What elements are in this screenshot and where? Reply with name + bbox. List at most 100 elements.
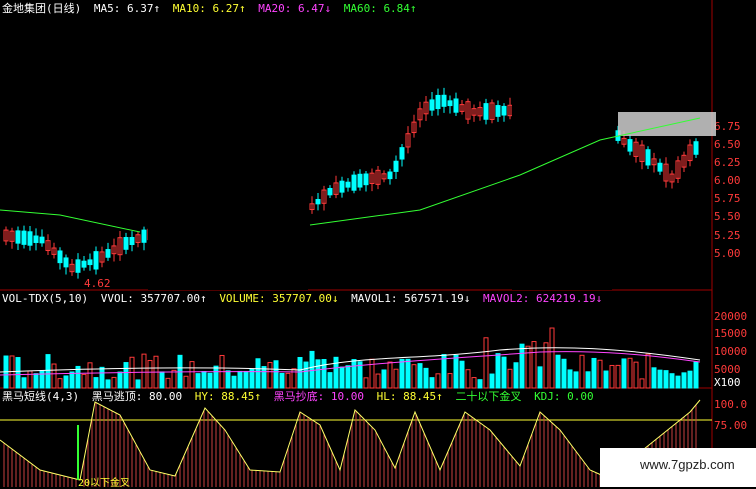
volume-bar [591,357,597,389]
volume-bar [489,373,495,389]
volume-bar [669,373,675,389]
volume-bar [423,367,429,389]
candle-body [495,105,501,117]
candle-body [81,260,87,268]
volume-bar [417,363,423,389]
volume-bar [393,368,399,389]
chart-gap [512,100,612,290]
candle-body [429,99,435,111]
candle-body [645,149,651,166]
volume-bar [141,353,147,389]
osc-line [0,399,701,481]
volume-bar [33,373,39,389]
volume-bar [645,353,651,389]
volume-bar [543,342,549,389]
volume-bar [189,361,195,389]
volume-bar [459,360,465,389]
volume-bar [51,363,57,389]
volume-bar [405,358,411,389]
candle-body [387,171,393,180]
candle-body [339,180,345,193]
candle-body [363,173,369,186]
candle-body [501,105,507,116]
candle-body [435,94,441,110]
volume-bar [681,372,687,389]
candle-body [123,237,129,250]
volume-bar [255,358,261,389]
candle-body [93,251,99,270]
candle-body [693,141,699,155]
volume-bar [441,354,447,389]
volume-bar [549,327,555,389]
volume-bar [111,376,117,389]
volume-bar [147,359,153,389]
volume-bar [327,372,333,389]
volume-bar [87,362,93,389]
volume-bar [27,370,33,389]
volume-bar [585,371,591,389]
candle-body [393,160,399,172]
volume-bar [633,361,639,389]
volume-bar [123,362,129,389]
volume-bar [477,379,483,389]
candle-body [57,250,63,264]
volume-bar [171,369,177,389]
low-price-marker: 4.62 [84,277,111,290]
volume-bar [261,366,267,389]
volume-bar [621,358,627,389]
watermark-box: www.7gpzb.com [600,448,756,487]
volume-bar [603,370,609,389]
volume-bar [273,360,279,389]
volume-bar [651,367,657,389]
candle-body [75,259,81,273]
candle-body [351,174,357,191]
volume-bar [243,370,249,389]
volume-bar [39,370,45,389]
volume-bar [213,365,219,389]
volume-bar [297,356,303,389]
volume-bar [381,369,387,389]
candle-body [15,230,21,244]
volume-bar [495,353,501,389]
volume-bar [69,371,75,389]
volume-bar [201,371,207,389]
candle-body [627,139,633,152]
volume-bar [375,373,381,389]
volume-bar [63,375,69,389]
candle-body [399,147,405,160]
volume-bar [675,375,681,389]
candlestick-chart[interactable] [0,0,756,487]
volume-bar [339,366,345,389]
candle-body [315,198,321,205]
volume-bar [267,362,273,389]
volume-bar [159,371,165,389]
volume-bar [561,358,567,389]
volume-bar [225,370,231,389]
volume-bar [435,373,441,389]
volume-bar [663,370,669,389]
volume-bar [231,375,237,389]
volume-bar [507,368,513,389]
candle-body [33,235,39,243]
volume-bar [345,365,351,389]
candle-body [21,230,27,245]
volume-bar [453,354,459,389]
volume-bar [693,361,699,389]
candle-body [141,229,147,243]
volume-bar [237,370,243,389]
volume-bar [411,364,417,389]
candle-body [327,187,333,196]
volume-bar [501,356,507,389]
candle-body [447,100,453,107]
volume-bar [105,379,111,389]
volume-bar [447,373,453,389]
volume-bar [321,359,327,389]
volume-bar [687,370,693,389]
volume-bar [57,378,63,389]
volume-bar [309,350,315,389]
volume-bar [573,371,579,389]
volume-bar [627,357,633,389]
volume-bar [81,373,87,389]
candle-body [441,94,447,107]
volume-bar [351,359,357,389]
